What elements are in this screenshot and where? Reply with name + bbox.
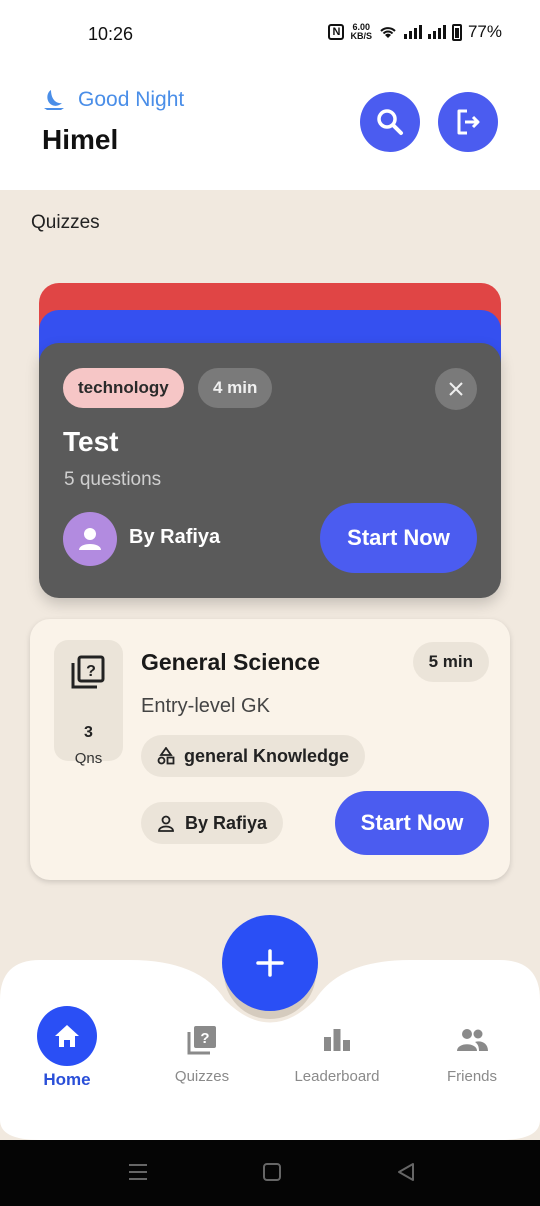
search-icon — [377, 109, 403, 135]
status-bar: 10:26 N 6.00 KB/S 77% — [0, 0, 540, 64]
close-icon — [449, 382, 463, 396]
author-label: By Rafiya — [185, 812, 268, 833]
category-icon — [157, 747, 175, 765]
quiz-subtitle: Entry-level GK — [141, 695, 270, 717]
system-home-button[interactable] — [262, 1162, 282, 1182]
moon-icon — [44, 90, 64, 110]
duration-chip: 5 min — [412, 642, 489, 682]
search-button[interactable] — [360, 92, 420, 152]
signal-icon — [403, 25, 422, 39]
section-title: Quizzes — [31, 212, 100, 233]
avatar — [63, 512, 117, 566]
quiz-title: Test — [63, 426, 119, 457]
dismiss-button[interactable] — [435, 368, 477, 410]
quiz-card[interactable]: ? 3 Qns General Science 5 min Entry-leve… — [30, 619, 510, 880]
leaderboard-icon — [324, 1029, 350, 1051]
status-time: 10:26 — [88, 24, 134, 44]
person-icon — [79, 528, 101, 550]
nav-item-quizzes[interactable]: ? Quizzes — [142, 1006, 262, 1085]
question-count: 5 questions — [64, 469, 162, 490]
start-now-button[interactable]: Start Now — [335, 791, 489, 855]
nfc-icon: N — [328, 24, 345, 40]
nav-item-friends[interactable]: Friends — [412, 1006, 532, 1085]
quiz-author: By Rafiya — [129, 526, 221, 548]
home-icon-pill — [37, 1006, 97, 1066]
status-icons: N 6.00 KB/S 77% — [328, 22, 502, 42]
author-chip: By Rafiya — [141, 802, 284, 844]
nav-item-leaderboard[interactable]: Leaderboard — [277, 1006, 397, 1085]
home-icon — [55, 1025, 79, 1047]
app-header: Good Night Himel — [0, 64, 540, 190]
category-chip: technology — [63, 368, 184, 408]
svg-text:?: ? — [86, 663, 96, 680]
wifi-icon — [380, 27, 396, 38]
quiz-title: General Science — [141, 649, 320, 675]
friends-icon — [457, 1029, 488, 1051]
logout-button[interactable] — [438, 92, 498, 152]
greeting-row: Good Night — [42, 88, 184, 112]
network-speed-unit: KB/S — [350, 31, 372, 41]
question-count-number: 3 — [84, 724, 93, 741]
start-now-button[interactable]: Start Now — [320, 503, 477, 573]
add-quiz-button[interactable] — [222, 915, 318, 1011]
quiz-icon: ? — [187, 1026, 216, 1055]
signal-icon-2 — [427, 25, 446, 39]
system-nav-bar — [0, 1140, 540, 1206]
battery-icon — [451, 23, 462, 41]
quiz-icon: ? — [71, 655, 105, 689]
battery-level: 77% — [467, 22, 502, 41]
network-speed: 6.00 KB/S — [350, 23, 372, 41]
nav-item-home[interactable]: Home — [7, 1006, 127, 1090]
plus-icon — [256, 949, 284, 977]
nav-label-leaderboard: Leaderboard — [294, 1068, 380, 1085]
nav-label-quizzes: Quizzes — [174, 1068, 230, 1085]
user-name: Himel — [42, 124, 119, 155]
question-count-box: ? 3 Qns — [54, 640, 123, 767]
svg-text:?: ? — [200, 1030, 209, 1047]
recent-apps-button[interactable] — [128, 1162, 148, 1182]
duration-chip: 4 min — [198, 368, 273, 408]
greeting-text: Good Night — [78, 88, 185, 111]
logout-icon — [457, 109, 480, 135]
question-count-unit: Qns — [74, 750, 103, 767]
back-button[interactable] — [396, 1162, 416, 1182]
nav-label-home: Home — [43, 1070, 91, 1089]
category-chip: general Knowledge — [141, 735, 366, 777]
featured-quiz-card[interactable]: technology 4 min Test 5 questions By Raf… — [39, 343, 501, 598]
category-label: general Knowledge — [184, 745, 350, 766]
person-icon — [158, 815, 174, 832]
nav-label-friends: Friends — [446, 1068, 498, 1085]
